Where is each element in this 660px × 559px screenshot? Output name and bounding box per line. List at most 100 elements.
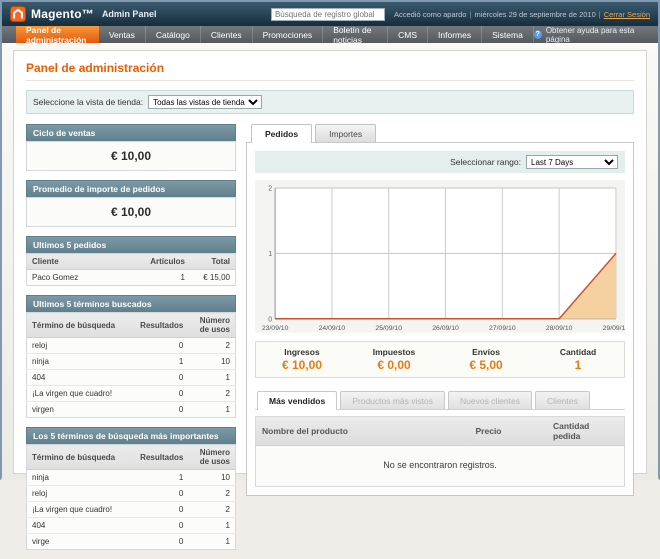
total-value: € 10,00 — [256, 358, 348, 372]
total-envíos: Envíos€ 5,00 — [440, 347, 532, 372]
section-header: Promedio de importe de pedidos — [26, 180, 236, 197]
table-row[interactable]: Paco Gomez1€ 15,00 — [27, 270, 236, 286]
table-cell: 0 — [135, 338, 188, 354]
nav-item-promociones[interactable]: Promociones — [253, 26, 324, 43]
svg-text:28/09/10: 28/09/10 — [546, 325, 573, 332]
bestsellers-grid: Nombre del producto Precio Cantidad pedi… — [255, 416, 625, 487]
table-cell: 1 — [188, 534, 235, 550]
column-header: Cliente — [27, 254, 136, 270]
table-cell: 2 — [188, 502, 235, 518]
nav-item-ventas[interactable]: Ventas — [99, 26, 146, 43]
top-header: Magento™ Admin Panel Accedió como apardo… — [2, 2, 658, 26]
nav-item-clientes[interactable]: Clientes — [201, 26, 253, 43]
table-cell: Paco Gomez — [27, 270, 136, 286]
table-cell: virgen — [27, 402, 136, 418]
store-switcher-label: Seleccione la vista de tienda: — [33, 97, 143, 107]
total-label: Impuestos — [348, 347, 440, 357]
svg-text:26/09/10: 26/09/10 — [432, 325, 459, 332]
section-header: Ultimos 5 términos buscados — [26, 295, 236, 312]
table-cell: 0 — [135, 386, 188, 402]
current-date: miércoles 29 de septiembre de 2010 — [474, 10, 595, 19]
sidebar-table-los-5-términos-de-búsqueda-más-importantes: Los 5 términos de búsqueda más important… — [26, 427, 236, 550]
nav-item-cms[interactable]: CMS — [388, 26, 428, 43]
total-impuestos: Impuestos€ 0,00 — [348, 347, 440, 372]
tab-más-vendidos[interactable]: Más vendidos — [257, 391, 337, 410]
logo-subtitle: Admin Panel — [102, 9, 157, 19]
tab-clientes[interactable]: Clientes — [535, 391, 590, 409]
table-row[interactable]: reloj02 — [27, 486, 236, 502]
table-cell: 0 — [135, 518, 188, 534]
nav-item-boletín-de-noticias[interactable]: Boletín de noticias — [323, 26, 388, 43]
nav-item-panel-de-administración[interactable]: Panel de administración — [16, 26, 99, 43]
section-header: Ultimos 5 pedidos — [26, 236, 236, 253]
table-row[interactable]: ninja110 — [27, 354, 236, 370]
help-link[interactable]: ? Obtener ayuda para esta página — [534, 26, 658, 43]
total-label: Cantidad — [532, 347, 624, 357]
store-view-select[interactable]: Todas las vistas de tienda — [148, 95, 262, 109]
table-cell: 2 — [188, 386, 235, 402]
orders-panel: Seleccionar rango: Last 7 Days 01223/09/… — [246, 142, 634, 496]
column-header: Término de búsqueda — [27, 313, 136, 338]
table-cell: 2 — [188, 486, 235, 502]
table-cell: 1 — [135, 270, 190, 286]
totals-bar: Ingresos€ 10,00Impuestos€ 0,00Envíos€ 5,… — [255, 341, 625, 378]
page-title: Panel de administración — [26, 61, 634, 81]
column-header: Total — [190, 254, 236, 270]
table-cell: 2 — [188, 338, 235, 354]
bottom-tabs: Más vendidosProductos más vistosNuevos c… — [255, 391, 625, 410]
content-area: Panel de administración Seleccione la vi… — [2, 43, 658, 480]
table-row[interactable]: 40401 — [27, 518, 236, 534]
table-cell: 1 — [135, 354, 188, 370]
svg-text:23/09/10: 23/09/10 — [262, 325, 289, 332]
logged-in-as: Accedió como apardo — [394, 10, 467, 19]
table-row[interactable]: reloj02 — [27, 338, 236, 354]
svg-text:27/09/10: 27/09/10 — [489, 325, 516, 332]
total-value: € 0,00 — [348, 358, 440, 372]
tab-nuevos-clientes[interactable]: Nuevos clientes — [448, 391, 532, 409]
column-header: Precio — [470, 416, 547, 445]
nav-item-sistema[interactable]: Sistema — [482, 26, 534, 43]
help-label: Obtener ayuda para esta página — [546, 26, 648, 44]
main-nav: Panel de administraciónVentasCatálogoCli… — [2, 26, 658, 43]
svg-text:25/09/10: 25/09/10 — [375, 325, 402, 332]
table-cell: ninja — [27, 470, 136, 486]
table-cell: 10 — [188, 354, 235, 370]
column-header: Cantidad pedida — [547, 416, 625, 445]
table-cell: 1 — [188, 402, 235, 418]
nav-item-informes[interactable]: Informes — [428, 26, 482, 43]
column-header: Término de búsqueda — [27, 445, 136, 470]
main-panel: Panel de administración Seleccione la vi… — [13, 50, 647, 474]
table-row[interactable]: virge01 — [27, 534, 236, 550]
table-row[interactable]: 40401 — [27, 370, 236, 386]
sidebar-table-ultimos-5-pedidos: Ultimos 5 pedidosClienteArtículosTotalPa… — [26, 236, 236, 286]
magento-logo-icon — [10, 6, 26, 22]
table-row[interactable]: ¡La virgen que cuadro!02 — [27, 502, 236, 518]
total-value: 1 — [532, 358, 624, 372]
magento-logo: Magento™ Admin Panel — [10, 6, 156, 22]
table-cell: ninja — [27, 354, 136, 370]
table-row[interactable]: ninja110 — [27, 470, 236, 486]
dashboard-sidebar: Ciclo de ventas € 10,00 Promedio de impo… — [26, 124, 236, 559]
table-cell: € 15,00 — [190, 270, 236, 286]
svg-text:0: 0 — [268, 316, 272, 323]
tab-importes[interactable]: Importes — [315, 124, 376, 142]
total-label: Envíos — [440, 347, 532, 357]
section-header: Ciclo de ventas — [26, 124, 236, 141]
empty-grid-message: No se encontraron registros. — [256, 445, 625, 486]
table-cell: ¡La virgen que cuadro! — [27, 502, 136, 518]
nav-item-catálogo[interactable]: Catálogo — [146, 26, 201, 43]
tab-productos-más-vistos[interactable]: Productos más vistos — [340, 391, 445, 409]
table-cell: 10 — [188, 470, 235, 486]
table-row[interactable]: virgen01 — [27, 402, 236, 418]
svg-text:2: 2 — [268, 186, 272, 193]
global-search-input[interactable] — [271, 8, 385, 21]
svg-text:24/09/10: 24/09/10 — [319, 325, 346, 332]
table-cell: 404 — [27, 370, 136, 386]
total-ingresos: Ingresos€ 10,00 — [256, 347, 348, 372]
tab-pedidos[interactable]: Pedidos — [251, 124, 312, 143]
data-table: Término de búsquedaResultadosNúmero de u… — [26, 444, 236, 550]
table-row[interactable]: ¡La virgen que cuadro!02 — [27, 386, 236, 402]
table-cell: 0 — [135, 402, 188, 418]
logout-link[interactable]: Cerrar Sesión — [604, 10, 650, 19]
range-select[interactable]: Last 7 Days — [526, 155, 618, 169]
